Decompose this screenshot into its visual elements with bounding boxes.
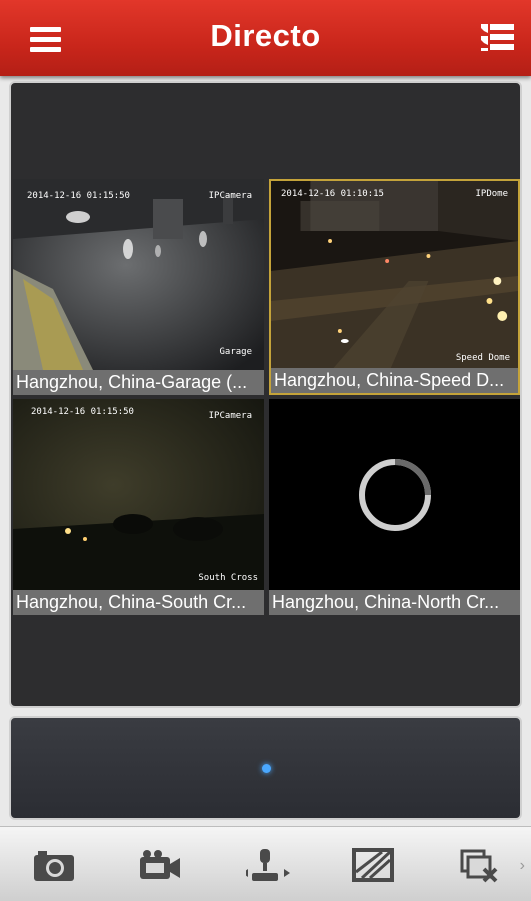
page-indicator-dot[interactable] bbox=[262, 764, 271, 773]
loading-spinner-icon bbox=[359, 459, 431, 531]
camera-feed-garage bbox=[13, 179, 264, 370]
camera-caption: Hangzhou, China-Speed D... bbox=[271, 368, 518, 393]
app-header: Directo bbox=[0, 0, 531, 76]
capture-button[interactable] bbox=[32, 847, 76, 883]
camera-caption: Hangzhou, China-North Cr... bbox=[269, 590, 520, 615]
bottom-toolbar: › bbox=[0, 826, 531, 901]
camera-feed-speed-dome bbox=[271, 181, 518, 372]
osd-timestamp: 2014-12-16 01:15:50 bbox=[27, 191, 130, 201]
image-quality-button[interactable] bbox=[352, 847, 396, 883]
osd-camera-name: Garage bbox=[219, 347, 252, 357]
toolbar-more-arrow[interactable]: › bbox=[520, 857, 525, 875]
close-window-button[interactable] bbox=[458, 847, 502, 883]
device-list-icon bbox=[481, 24, 514, 51]
page-title: Directo bbox=[210, 18, 321, 53]
camera-feed-south-cross bbox=[13, 399, 264, 590]
camera-tile-speed-dome[interactable]: 2014-12-16 01:10:15 IPDome Speed Dome Ha… bbox=[269, 179, 520, 395]
device-list-button[interactable] bbox=[477, 18, 517, 58]
camera-caption: Hangzhou, China-Garage (... bbox=[13, 370, 264, 395]
osd-camera-type: IPDome bbox=[475, 189, 508, 199]
camera-tile-north-cross[interactable]: Hangzhou, China-North Cr... bbox=[269, 399, 520, 615]
image-quality-icon bbox=[352, 848, 394, 882]
camera-caption: Hangzhou, China-South Cr... bbox=[13, 590, 264, 615]
live-view-panel: 2014-12-16 01:15:50 IPCamera Garage Hang… bbox=[9, 81, 522, 708]
close-window-icon bbox=[460, 849, 498, 883]
page-indicator-panel[interactable] bbox=[9, 716, 522, 820]
camera-tile-garage[interactable]: 2014-12-16 01:15:50 IPCamera Garage Hang… bbox=[13, 179, 264, 395]
osd-timestamp: 2014-12-16 01:15:50 bbox=[31, 407, 134, 417]
osd-camera-type: IPCamera bbox=[208, 411, 252, 421]
camera-tile-south-cross[interactable]: 2014-12-16 01:15:50 IPCamera South Cross… bbox=[13, 399, 264, 615]
osd-timestamp: 2014-12-16 01:10:15 bbox=[281, 189, 384, 199]
record-button[interactable] bbox=[138, 847, 182, 883]
osd-camera-name: South Cross bbox=[198, 573, 258, 583]
camera-capture-icon bbox=[34, 851, 74, 881]
video-record-icon bbox=[140, 850, 180, 879]
ptz-control-icon bbox=[242, 849, 290, 881]
ptz-button[interactable] bbox=[242, 847, 290, 883]
osd-camera-name: Speed Dome bbox=[455, 353, 510, 363]
osd-camera-type: IPCamera bbox=[208, 191, 252, 201]
